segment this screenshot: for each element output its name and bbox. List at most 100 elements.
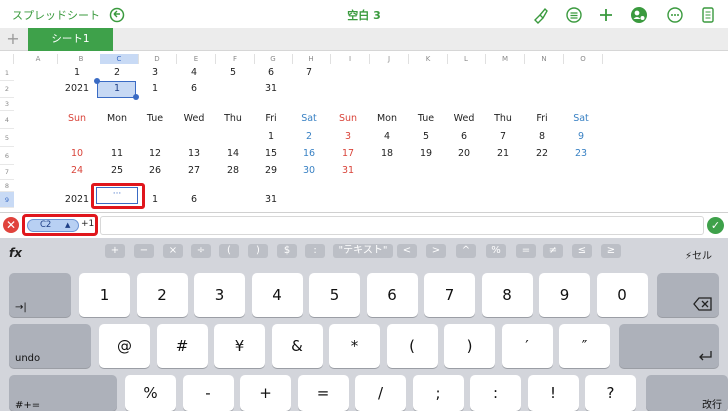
- tab-key[interactable]: →|: [9, 273, 71, 317]
- function-key[interactable]: ): [248, 244, 268, 258]
- date-cell[interactable]: 8: [523, 131, 561, 142]
- date-cell[interactable]: 18: [368, 148, 406, 159]
- date-cell[interactable]: 17: [329, 148, 367, 159]
- shift-symbols-key[interactable]: #+=: [9, 375, 117, 411]
- formula-input[interactable]: [100, 216, 704, 235]
- weekday-header[interactable]: Sun: [329, 113, 367, 124]
- selection-handle-bottom[interactable]: [133, 94, 139, 100]
- key-4[interactable]: 4: [251, 273, 303, 317]
- key-4[interactable]: =: [297, 375, 349, 411]
- key-8[interactable]: ′: [501, 324, 553, 368]
- accept-formula-icon[interactable]: ✓: [707, 217, 724, 234]
- date-cell[interactable]: 12: [136, 148, 174, 159]
- date-cell[interactable]: 4: [368, 131, 406, 142]
- weekday-header[interactable]: Mon: [98, 113, 136, 124]
- delete-key[interactable]: [657, 273, 719, 317]
- function-key[interactable]: ≠: [543, 244, 563, 258]
- key-3[interactable]: ¥: [214, 324, 265, 368]
- weekday-header[interactable]: Sat: [562, 113, 600, 124]
- cell-E2[interactable]: 6: [175, 83, 213, 94]
- date-cell[interactable]: 16: [290, 148, 328, 159]
- column-header-O[interactable]: O: [564, 54, 603, 64]
- cell-G2[interactable]: 31: [252, 83, 290, 94]
- token-triangle-icon[interactable]: ▲: [65, 220, 70, 231]
- add-sheet-button[interactable]: +: [0, 28, 26, 51]
- date-cell[interactable]: 31: [329, 165, 367, 176]
- date-cell[interactable]: 11: [98, 148, 136, 159]
- key-6[interactable]: ;: [412, 375, 464, 411]
- key-8[interactable]: !: [527, 375, 579, 411]
- key-1[interactable]: %: [125, 375, 176, 411]
- key-8[interactable]: 8: [481, 273, 533, 317]
- column-header-D[interactable]: D: [138, 54, 177, 64]
- weekday-header[interactable]: Wed: [175, 113, 213, 124]
- date-cell[interactable]: 24: [58, 165, 96, 176]
- key-4[interactable]: &: [271, 324, 323, 368]
- cancel-formula-icon[interactable]: ✕: [3, 217, 19, 233]
- collaborate-icon[interactable]: [630, 6, 648, 24]
- key-3[interactable]: 3: [194, 273, 245, 317]
- key-10[interactable]: 0: [596, 273, 648, 317]
- column-header-E[interactable]: E: [177, 54, 216, 64]
- key-2[interactable]: #: [156, 324, 208, 368]
- function-key[interactable]: "テキスト": [333, 244, 393, 258]
- key-5[interactable]: /: [355, 375, 406, 411]
- function-key[interactable]: <: [397, 244, 417, 258]
- date-cell[interactable]: 7: [484, 131, 522, 142]
- weekday-header[interactable]: Fri: [252, 113, 290, 124]
- cell-row1[interactable]: 2: [98, 67, 136, 78]
- column-header-G[interactable]: G: [254, 54, 293, 64]
- key-3[interactable]: +: [240, 375, 291, 411]
- row-header-1[interactable]: 1: [0, 65, 14, 81]
- key-7[interactable]: 7: [424, 273, 475, 317]
- cell-E9[interactable]: 6: [175, 194, 213, 205]
- key-1[interactable]: 1: [79, 273, 130, 317]
- function-key[interactable]: :: [305, 244, 325, 258]
- date-cell[interactable]: 21: [484, 148, 522, 159]
- date-cell[interactable]: 19: [407, 148, 445, 159]
- date-cell[interactable]: 6: [445, 131, 483, 142]
- function-key[interactable]: >: [426, 244, 446, 258]
- function-key[interactable]: %: [486, 244, 506, 258]
- date-cell[interactable]: 2: [290, 131, 328, 142]
- function-key[interactable]: $: [277, 244, 297, 258]
- function-key[interactable]: +: [105, 244, 125, 258]
- weekday-header[interactable]: Sun: [58, 113, 96, 124]
- row-header-7[interactable]: 7: [0, 165, 14, 180]
- column-header-I[interactable]: I: [331, 54, 370, 64]
- weekday-header[interactable]: Sat: [290, 113, 328, 124]
- cell-row1[interactable]: 7: [290, 67, 328, 78]
- column-header-H[interactable]: H: [292, 54, 331, 64]
- column-header-J[interactable]: J: [370, 54, 409, 64]
- function-key[interactable]: ^: [456, 244, 476, 258]
- key-6[interactable]: 6: [366, 273, 418, 317]
- cell-row1[interactable]: 4: [175, 67, 213, 78]
- date-cell[interactable]: 14: [214, 148, 252, 159]
- row-header-3[interactable]: 3: [0, 98, 14, 111]
- column-header-N[interactable]: N: [525, 54, 564, 64]
- weekday-header[interactable]: Tue: [407, 113, 445, 124]
- date-cell[interactable]: 10: [58, 148, 96, 159]
- column-header-K[interactable]: K: [409, 54, 448, 64]
- key-9[interactable]: 9: [539, 273, 590, 317]
- date-cell[interactable]: 26: [136, 165, 174, 176]
- column-header-C[interactable]: C: [100, 54, 139, 64]
- key-5[interactable]: 5: [309, 273, 360, 317]
- weekday-header[interactable]: Thu: [484, 113, 522, 124]
- date-cell[interactable]: 20: [445, 148, 483, 159]
- function-key[interactable]: (: [219, 244, 239, 258]
- key-9[interactable]: ?: [585, 375, 636, 411]
- date-cell[interactable]: 3: [329, 131, 367, 142]
- column-header-L[interactable]: L: [447, 54, 486, 64]
- date-cell[interactable]: 9: [562, 131, 600, 142]
- date-cell[interactable]: 27: [175, 165, 213, 176]
- cell-reference-button[interactable]: ⚡セル: [685, 247, 712, 262]
- undo-key[interactable]: undo: [9, 324, 91, 368]
- function-key[interactable]: ×: [163, 244, 183, 258]
- function-key[interactable]: ÷: [191, 244, 211, 258]
- key-6[interactable]: (: [386, 324, 438, 368]
- function-key[interactable]: =: [516, 244, 536, 258]
- date-cell[interactable]: 22: [523, 148, 561, 159]
- function-key[interactable]: ≥: [601, 244, 621, 258]
- more-icon[interactable]: [666, 6, 684, 24]
